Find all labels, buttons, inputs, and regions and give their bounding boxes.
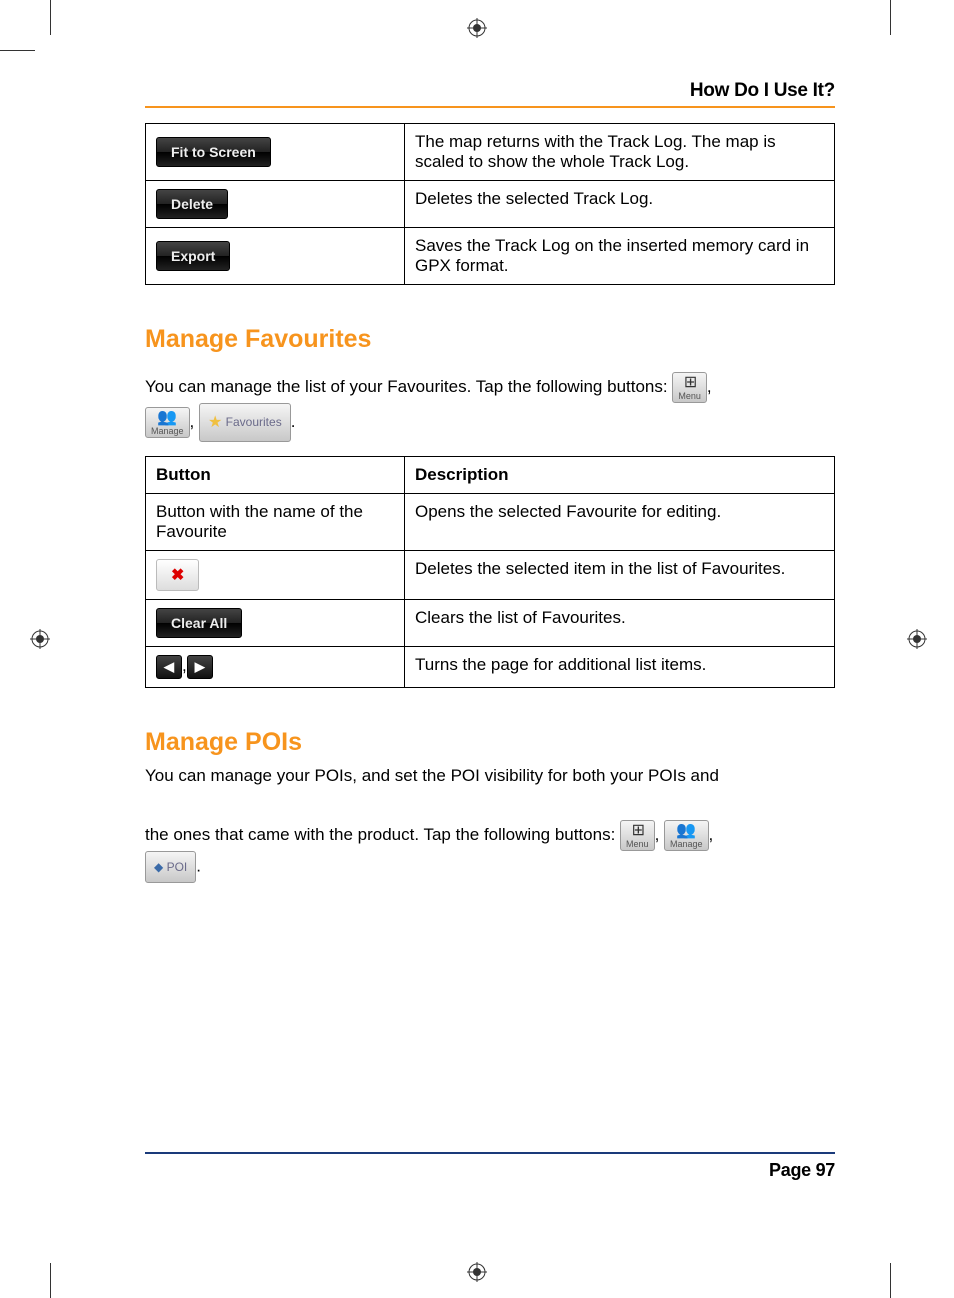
- delete-favourite-icon: ✖: [156, 559, 199, 591]
- export-desc: Saves the Track Log on the inserted memo…: [405, 228, 835, 285]
- footer-rule: [145, 1152, 835, 1154]
- fit-to-screen-button: Fit to Screen: [156, 137, 271, 167]
- favourites-button-icon: ★ Favourites: [199, 403, 291, 442]
- favourites-intro: You can manage the list of your Favourit…: [145, 372, 835, 442]
- page-arrows-desc: Turns the page for additional list items…: [405, 647, 835, 688]
- favourite-name-desc: Opens the selected Favourite for editing…: [405, 494, 835, 551]
- next-page-icon: ▶: [187, 655, 213, 679]
- manage-button-icon: 👥Manage: [145, 407, 190, 438]
- menu-button-icon: ⊞Menu: [620, 820, 655, 851]
- manage-button-icon: 👥Manage: [664, 820, 709, 851]
- pois-heading: Manage POIs: [145, 728, 835, 757]
- registration-mark-icon: [907, 629, 927, 649]
- menu-button-icon: ⊞Menu: [672, 372, 707, 403]
- section-header: How Do I Use It?: [145, 80, 835, 102]
- col-button-header: Button: [146, 457, 405, 494]
- page-number: Page 97: [145, 1160, 835, 1181]
- prev-page-icon: ◀: [156, 655, 182, 679]
- delete-favourite-desc: Deletes the selected item in the list of…: [405, 551, 835, 600]
- clear-all-desc: Clears the list of Favourites.: [405, 600, 835, 647]
- col-desc-header: Description: [405, 457, 835, 494]
- fit-to-screen-desc: The map returns with the Track Log. The …: [405, 124, 835, 181]
- header-rule: [145, 106, 835, 108]
- delete-button: Delete: [156, 189, 228, 219]
- favourites-heading: Manage Favourites: [145, 325, 835, 354]
- export-button: Export: [156, 241, 230, 271]
- favourites-table: Button Description Button with the name …: [145, 456, 835, 688]
- delete-desc: Deletes the selected Track Log.: [405, 181, 835, 228]
- clear-all-button: Clear All: [156, 608, 242, 638]
- registration-mark-icon: [30, 629, 50, 649]
- favourite-name-button: Button with the name of the Favourite: [146, 494, 405, 551]
- pois-intro: You can manage your POIs, and set the PO…: [145, 762, 835, 883]
- poi-button-icon: ◆ POI: [145, 851, 196, 883]
- registration-mark-icon: [467, 1262, 487, 1282]
- registration-mark-icon: [467, 18, 487, 38]
- track-log-table: Fit to Screen The map returns with the T…: [145, 123, 835, 285]
